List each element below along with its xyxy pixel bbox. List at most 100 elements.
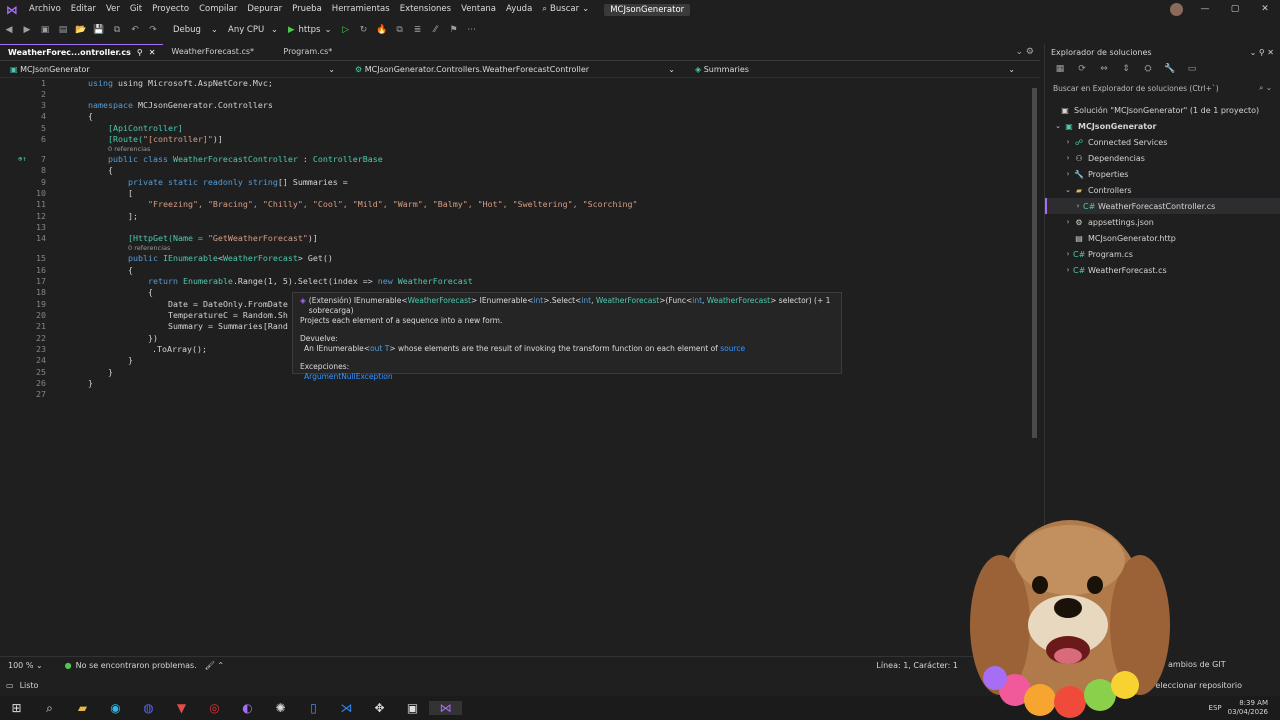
scrollbar-thumb[interactable] <box>1032 88 1037 438</box>
tree-item-weatherforecastcontroller[interactable]: › C# WeatherForecastController.cs <box>1045 198 1280 214</box>
chevron-right-icon[interactable]: › <box>1063 266 1073 274</box>
zoom-dropdown[interactable]: 100 % ⌄ <box>0 661 51 670</box>
tree-item-appsettings[interactable]: › ⚙ appsettings.json <box>1045 214 1280 230</box>
back-icon[interactable]: ◀ <box>0 25 18 35</box>
tab-weatherforecastcontroller[interactable]: WeatherForec...ontroller.cs ⚲ ✕ <box>0 44 164 60</box>
tree-item-connected-services[interactable]: › ☍ Connected Services <box>1045 134 1280 150</box>
chevron-right-icon[interactable]: › <box>1063 250 1073 258</box>
save-icon[interactable]: 💾 <box>90 25 108 35</box>
menu-herramientas[interactable]: Herramientas <box>327 0 395 19</box>
search-button[interactable]: ⌕ Buscar ⌄ <box>537 0 594 19</box>
menu-depurar[interactable]: Depurar <box>242 0 287 19</box>
menu-git[interactable]: Git <box>125 0 147 19</box>
more-icon[interactable]: ⋯ <box>463 25 481 35</box>
sync-icon[interactable]: ⟳ <box>1073 64 1091 74</box>
member-dropdown[interactable]: ◈ Summaries ⌄ <box>685 62 1025 78</box>
brush-icon[interactable]: 🖌 ⌃ <box>197 661 224 670</box>
reference-count[interactable]: 0 referencias <box>128 244 170 252</box>
menu-ayuda[interactable]: Ayuda <box>501 0 537 19</box>
chevron-down-icon[interactable]: ⌄ <box>1053 122 1063 130</box>
tree-item-http[interactable]: ▤ MCJsonGenerator.http <box>1045 230 1280 246</box>
platform-dropdown[interactable]: Any CPU ⌄ <box>223 25 283 35</box>
start-without-debug-icon[interactable]: ▷ <box>337 25 355 35</box>
language-indicator[interactable]: ESP <box>1209 704 1228 712</box>
chevron-right-icon[interactable]: › <box>1063 154 1073 162</box>
collapse-icon[interactable]: ⇔ <box>1095 64 1113 74</box>
discord-icon[interactable]: ◍ <box>132 701 165 715</box>
issues-status[interactable]: No se encontraron problemas. <box>72 661 197 670</box>
forward-icon[interactable]: ▶ <box>18 25 36 35</box>
run-button[interactable]: ▶ https ⌄ <box>283 25 337 35</box>
tree-item-properties[interactable]: › 🔧 Properties <box>1045 166 1280 182</box>
avatar[interactable] <box>1170 3 1183 16</box>
comment-icon[interactable]: ⁄⁄ <box>427 25 445 35</box>
save-all-icon[interactable]: ⧉ <box>108 25 126 35</box>
tab-weatherforecast[interactable]: WeatherForecast.cs* <box>163 44 275 60</box>
class-dropdown[interactable]: ⚙ MCJsonGenerator.Controllers.WeatherFor… <box>345 62 685 78</box>
refresh-icon[interactable]: ↻ <box>355 25 373 35</box>
tree-item-dependencies[interactable]: › ⚇ Dependencias <box>1045 150 1280 166</box>
tooltip-exception-link[interactable]: ArgumentNullException <box>300 372 834 382</box>
preview-icon[interactable]: ▭ <box>1183 64 1201 74</box>
tab-list-icon[interactable]: ⌄ ⚙ <box>1010 44 1040 60</box>
filter-icon[interactable]: ⛭ <box>1139 64 1157 74</box>
close-icon[interactable]: ✕ <box>1250 0 1280 19</box>
menu-ver[interactable]: Ver <box>101 0 125 19</box>
terminal-icon[interactable]: ▣ <box>396 701 429 715</box>
format-icon[interactable]: ≣ <box>409 25 427 35</box>
solutions-view-icon[interactable]: ▦ <box>1051 64 1069 74</box>
properties-icon[interactable]: 🔧 <box>1161 64 1179 74</box>
hot-reload-icon[interactable]: 🔥 <box>373 25 391 35</box>
maximize-icon[interactable]: ▢ <box>1220 0 1250 19</box>
chatgpt-icon[interactable]: ✺ <box>264 701 297 715</box>
menu-proyecto[interactable]: Proyecto <box>147 0 194 19</box>
bookmark-icon[interactable]: ⚑ <box>445 25 463 35</box>
browser-link-icon[interactable]: ⧉ <box>391 25 409 35</box>
obs-icon[interactable]: ◐ <box>231 701 264 715</box>
clock[interactable]: 8:39 AM 03/04/2026 <box>1228 699 1280 717</box>
reference-count[interactable]: 0 referencias <box>108 145 150 153</box>
project-dropdown[interactable]: ▣ MCJsonGenerator ⌄ <box>0 62 345 78</box>
panel-controls-icon[interactable]: ⌄ ⚲ ✕ <box>1250 48 1274 57</box>
chevron-right-icon[interactable]: › <box>1063 138 1073 146</box>
menu-editar[interactable]: Editar <box>66 0 101 19</box>
tree-item-weatherforecast[interactable]: › C# WeatherForecast.cs <box>1045 262 1280 278</box>
tree-item-program[interactable]: › C# Program.cs <box>1045 246 1280 262</box>
undo-icon[interactable]: ↶ <box>126 25 144 35</box>
edge-icon[interactable]: ◉ <box>99 701 132 715</box>
select-repository[interactable]: eleccionar repositorio <box>1155 681 1280 690</box>
tree-item-solution[interactable]: ▣ Solución "MCJsonGenerator" (1 de 1 proy… <box>1045 102 1280 118</box>
chevron-right-icon[interactable]: › <box>1073 202 1083 210</box>
git-changes[interactable]: ambios de GIT <box>1168 660 1226 669</box>
tree-item-project[interactable]: ⌄ ▣ MCJsonGenerator <box>1045 118 1280 134</box>
chevron-right-icon[interactable]: › <box>1063 170 1073 178</box>
chevron-right-icon[interactable]: › <box>1063 218 1073 226</box>
notepad-icon[interactable]: ▯ <box>297 701 330 715</box>
gear-app-icon[interactable]: ✥ <box>363 701 396 715</box>
config-dropdown[interactable]: Debug ⌄ <box>168 25 223 35</box>
pin-icon[interactable]: ⚲ <box>137 45 143 60</box>
vscode-icon[interactable]: ⋊ <box>330 701 363 715</box>
menu-archivo[interactable]: Archivo <box>24 0 66 19</box>
opera-icon[interactable]: ◎ <box>198 701 231 715</box>
chevron-down-icon[interactable]: ⌄ <box>1063 186 1073 194</box>
menu-ventana[interactable]: Ventana <box>456 0 501 19</box>
new-project-icon[interactable]: ▣ <box>36 25 54 35</box>
show-all-icon[interactable]: ⇕ <box>1117 64 1135 74</box>
open-icon[interactable]: 📂 <box>72 25 90 35</box>
redo-icon[interactable]: ↷ <box>144 25 162 35</box>
menu-compilar[interactable]: Compilar <box>194 0 242 19</box>
solution-search-input[interactable]: Buscar en Explorador de soluciones (Ctrl… <box>1049 80 1276 96</box>
file-explorer-icon[interactable]: ▰ <box>66 701 99 715</box>
tree-item-controllers[interactable]: ⌄ ▰ Controllers <box>1045 182 1280 198</box>
visual-studio-icon[interactable]: ⋈ <box>429 701 462 715</box>
new-item-icon[interactable]: ▤ <box>54 25 72 35</box>
menu-extensiones[interactable]: Extensiones <box>395 0 456 19</box>
vivaldi-icon[interactable]: ▼ <box>165 701 198 715</box>
minimize-icon[interactable]: — <box>1190 0 1220 19</box>
windows-start-icon[interactable]: ⊞ <box>0 701 33 715</box>
search-icon[interactable]: ⌕ <box>33 701 66 716</box>
menu-prueba[interactable]: Prueba <box>287 0 327 19</box>
close-icon[interactable]: ✕ <box>149 45 156 60</box>
tab-program[interactable]: Program.cs* <box>275 44 340 60</box>
